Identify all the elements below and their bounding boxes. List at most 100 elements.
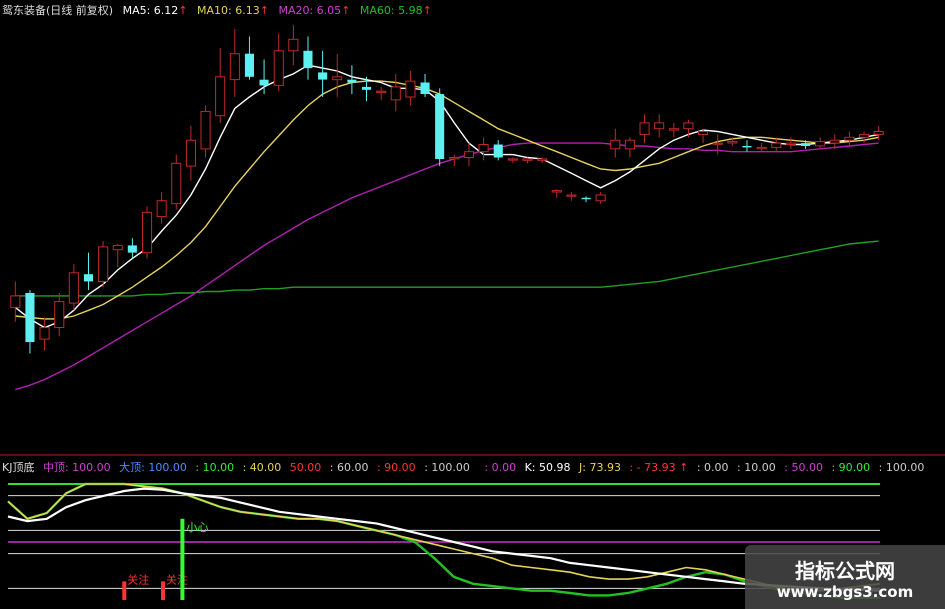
- k-value: K: 50.98: [524, 461, 571, 474]
- candle-down: [420, 82, 430, 94]
- candle-up: [185, 139, 196, 167]
- j2-arrow: ↑: [679, 461, 689, 474]
- candle-up: [727, 141, 738, 144]
- ma10-label: MA10: 6.13↑: [197, 4, 269, 17]
- candle-up: [54, 301, 65, 329]
- candle-up: [844, 136, 855, 141]
- candle-up: [537, 158, 548, 161]
- chart-stage: 关注 关注 小心 鸳东装备(日线 前复权) MA5: 6.12↑ MA10: 6.1…: [0, 0, 945, 609]
- candle-up: [698, 131, 709, 135]
- candle-up: [859, 133, 870, 138]
- label-xiaoxin: 小心: [186, 521, 208, 534]
- candle-up: [566, 194, 577, 197]
- level-0: : 0.00: [484, 461, 517, 474]
- ma20-label: MA20: 6.05↑: [278, 4, 351, 17]
- candle-up: [756, 146, 767, 150]
- ma5-label: MA5: 6.12↑: [122, 4, 188, 17]
- candle-up: [873, 131, 884, 135]
- candle-up: [449, 157, 460, 160]
- zhongding-label: 中顶: 100.00: [42, 461, 111, 474]
- watermark-url: www.zbgs3.com: [776, 583, 914, 601]
- watermark: 指标公式网 www.zbgs3.com: [745, 545, 945, 609]
- level-90: : 90.00: [376, 461, 416, 474]
- stock-title: 鸳东装备(日线 前复权): [2, 4, 114, 17]
- candle-up: [522, 158, 533, 161]
- indicator-header: KJ顶底 中顶: 100.00 大顶: 100.00 : 10.00 : 40.…: [2, 459, 929, 475]
- candle-up: [624, 139, 636, 150]
- candle-down: [318, 72, 328, 80]
- candle-up: [215, 76, 226, 117]
- ma60-label: MA60: 5.98↑: [359, 4, 432, 17]
- candle-up: [112, 244, 123, 251]
- candle-up: [712, 142, 723, 145]
- candle-up: [376, 90, 387, 93]
- candle-up: [478, 144, 489, 153]
- indicator-name: KJ顶底: [2, 461, 35, 474]
- candle-up: [405, 80, 416, 98]
- candle-up: [288, 38, 299, 52]
- candle-up: [683, 122, 694, 130]
- candle-up: [332, 76, 343, 81]
- candle-up: [98, 246, 109, 282]
- candle-up: [68, 272, 79, 304]
- candle-down: [244, 53, 254, 77]
- candle-up: [156, 200, 167, 218]
- level-90b: : 90.00: [831, 461, 871, 474]
- candle-up: [639, 122, 650, 135]
- level-100: : 100.00: [424, 461, 470, 474]
- candle-up: [771, 142, 782, 148]
- candle-up: [229, 53, 240, 81]
- candle-up: [785, 142, 796, 146]
- candle-up: [273, 50, 284, 86]
- candle-up: [463, 151, 474, 158]
- candle-down: [742, 146, 752, 148]
- candle-up: [142, 211, 153, 254]
- level-0b: : 0.00: [696, 461, 729, 474]
- green-signal-bar: [180, 518, 185, 600]
- candle-down: [493, 144, 503, 158]
- candle-up: [390, 86, 401, 101]
- candle-down: [347, 79, 357, 83]
- ma20-line: [15, 142, 879, 391]
- candle-up: [829, 139, 840, 144]
- candle-up: [654, 122, 665, 130]
- candle-up: [39, 327, 50, 340]
- level-40: : 40.00: [242, 461, 282, 474]
- candle-down: [25, 293, 35, 342]
- label-guanzhu: 关注: [166, 572, 188, 586]
- ma5-line: [14, 64, 879, 329]
- level-10: : 10.00: [195, 461, 235, 474]
- j-value: J: 73.93: [579, 461, 621, 474]
- candle-up: [200, 110, 211, 150]
- candle-down: [435, 94, 445, 159]
- price-chart: 关注 关注 小心: [0, 24, 945, 600]
- candle-down: [303, 50, 313, 69]
- candle-up: [815, 141, 826, 147]
- candle-up: [595, 194, 606, 202]
- candle-up: [171, 162, 182, 205]
- label-guanzhu: 关注: [127, 572, 149, 586]
- j2-value: 73.93: [644, 461, 676, 474]
- candle-down: [83, 274, 93, 282]
- candle-up: [507, 158, 518, 161]
- ma10-line: [15, 80, 879, 320]
- dash-value: : -: [629, 461, 641, 474]
- level-10b: : 10.00: [737, 461, 776, 474]
- red-signal-bar: [161, 581, 165, 600]
- price-header: 鸳东装备(日线 前复权) MA5: 6.12↑ MA10: 6.13↑ MA20…: [2, 2, 438, 18]
- watermark-title: 指标公式网: [795, 559, 895, 583]
- dading-label: 大顶: 100.00: [119, 461, 187, 474]
- level-60: : 60.00: [329, 461, 369, 474]
- candle-down: [581, 197, 591, 200]
- candle-up: [10, 295, 21, 308]
- candle-up: [551, 190, 562, 193]
- candle-up: [668, 128, 679, 131]
- candle-up: [610, 139, 621, 150]
- level-50b: : 50.00: [784, 461, 823, 474]
- level-50: 50.00: [289, 461, 322, 474]
- candle-down: [801, 143, 811, 146]
- candle-down: [362, 86, 372, 90]
- red-signal-bar: [122, 581, 127, 600]
- level-100b: : 100.00: [878, 461, 925, 474]
- candle-down: [127, 245, 137, 253]
